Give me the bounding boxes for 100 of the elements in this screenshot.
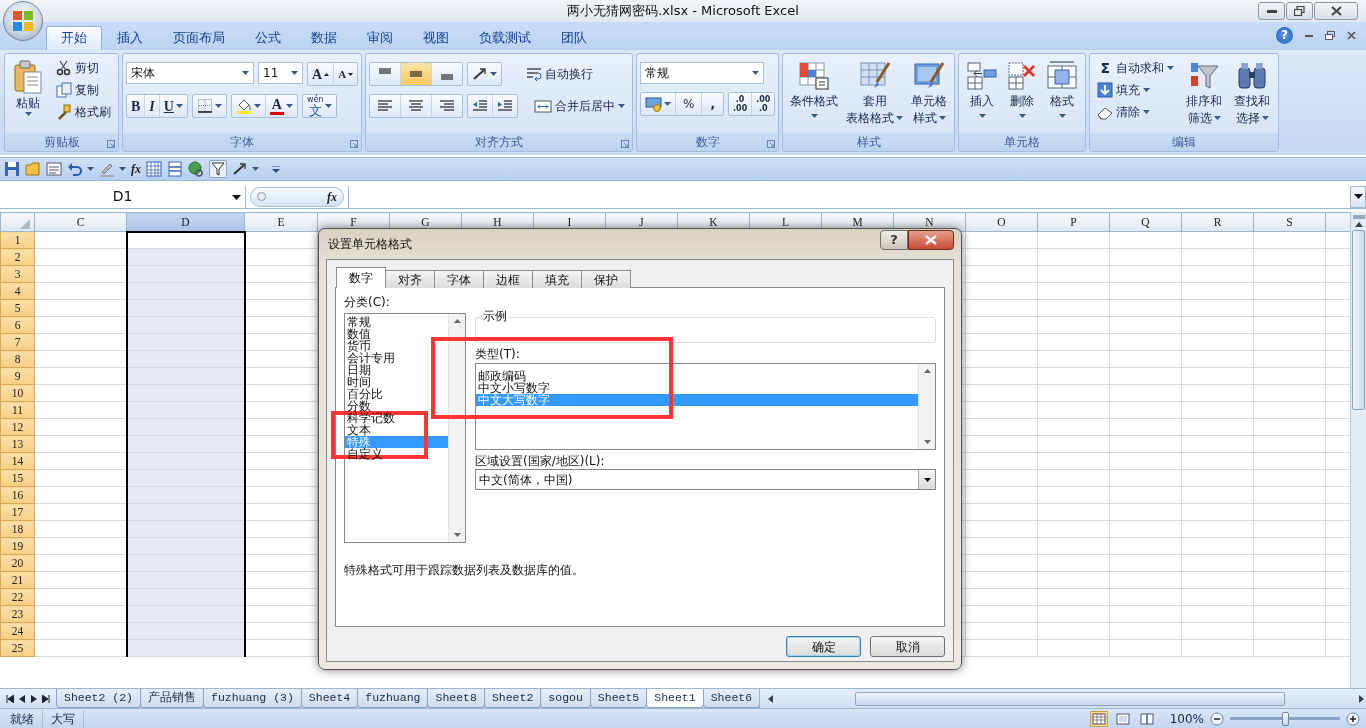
restore-button[interactable]	[1325, 31, 1335, 40]
highlight-button[interactable]	[99, 161, 126, 177]
ok-button[interactable]: 确定	[786, 636, 861, 657]
sort-filter-button[interactable]: 排序和 筛选	[1182, 57, 1227, 133]
minimize-button[interactable]	[1258, 2, 1285, 20]
orientation-button[interactable]	[232, 161, 259, 177]
close-button[interactable]	[1314, 2, 1358, 20]
number-format-field[interactable]: 常规	[640, 62, 765, 84]
list-item[interactable]: 邮政编码	[476, 370, 918, 382]
dialog-tab[interactable]: 字体	[434, 270, 484, 288]
table-format-button[interactable]: 套用 表格格式	[842, 57, 908, 133]
list-item[interactable]: 文本	[345, 424, 448, 436]
cell-style-button[interactable]: 单元格 样式	[907, 57, 952, 133]
insert-function-label[interactable]: fx	[327, 187, 337, 206]
cancel-button[interactable]: 取消	[870, 636, 945, 657]
phonetic-button[interactable]: wén 文	[302, 95, 337, 117]
ribbon-tab[interactable]: 负载测试	[464, 26, 546, 50]
view-button[interactable]	[1137, 710, 1156, 727]
vertical-scrollbar[interactable]	[918, 364, 935, 449]
globe-button[interactable]	[188, 161, 204, 177]
column-header[interactable]: Q	[1109, 212, 1182, 232]
delete-button[interactable]: 删除	[1002, 57, 1043, 133]
restore-button[interactable]	[1286, 2, 1313, 20]
ribbon-tab[interactable]: 插入	[102, 26, 158, 50]
grow-font-button[interactable]: A	[308, 63, 335, 85]
copy-button[interactable]: 复制	[52, 79, 115, 101]
shrink-font-button[interactable]: A	[334, 63, 358, 85]
scrollbar-thumb[interactable]	[1352, 230, 1365, 410]
list-item[interactable]: 货币	[345, 340, 448, 352]
list-item[interactable]: 科学记数	[345, 412, 448, 424]
minimize-button[interactable]	[1305, 34, 1313, 37]
dialog-tab[interactable]: 保护	[581, 270, 631, 288]
ribbon-tab[interactable]: 数据	[296, 26, 352, 50]
close-button[interactable]	[1347, 31, 1356, 40]
list-item[interactable]: 日期	[345, 364, 448, 376]
autosum-button[interactable]: Σ 自动求和	[1093, 57, 1179, 79]
font-size-field[interactable]: 11	[258, 62, 303, 84]
sheet-tab[interactable]: 产品销售	[140, 689, 204, 708]
next-sheet-icon[interactable]	[30, 694, 38, 703]
italic-button[interactable]: I	[145, 95, 160, 117]
customize-button[interactable]	[272, 165, 280, 173]
gridlines-button[interactable]	[146, 161, 162, 177]
undo-button[interactable]	[67, 161, 94, 177]
slider-thumb[interactable]	[1282, 711, 1289, 726]
scrollbar-thumb[interactable]	[855, 691, 1286, 706]
last-sheet-icon[interactable]	[42, 694, 50, 703]
list-item[interactable]: 数值	[345, 328, 448, 340]
sheet-tab[interactable]: Sheet2 (2)	[56, 689, 141, 708]
vertical-scrollbar[interactable]	[448, 314, 465, 542]
ribbon-tab[interactable]: 团队	[546, 26, 602, 50]
rows-button[interactable]	[167, 161, 183, 177]
first-sheet-icon[interactable]	[6, 694, 14, 703]
dialog-tab[interactable]: 数字	[336, 267, 386, 288]
ribbon-tab[interactable]: 公式	[240, 26, 296, 50]
view-button[interactable]	[1089, 710, 1108, 727]
dialog-tab[interactable]: 边框	[483, 270, 533, 288]
align-middle-button[interactable]	[401, 63, 433, 85]
increase-decimal-button[interactable]: .0 .00	[729, 93, 753, 115]
column-header[interactable]: E	[244, 212, 318, 232]
launcher-icon[interactable]	[350, 140, 359, 148]
fill-button[interactable]: 填充	[1093, 79, 1179, 101]
list-item[interactable]: 分数	[345, 400, 448, 412]
launcher-icon[interactable]	[767, 140, 776, 148]
format-button[interactable]: 格式	[1042, 57, 1083, 133]
close-button[interactable]	[908, 230, 954, 250]
dialog-tab[interactable]: 对齐	[385, 270, 435, 288]
cut-button[interactable]: 剪切	[52, 57, 115, 79]
column-header[interactable]: D	[126, 212, 245, 232]
insert-button[interactable]: 插入	[962, 57, 1003, 133]
column-header[interactable]: O	[965, 212, 1038, 232]
clear-button[interactable]: 清除	[1093, 101, 1179, 123]
save-button[interactable]	[4, 161, 20, 177]
prev-sheet-icon[interactable]	[18, 694, 26, 703]
column-header[interactable]: P	[1037, 212, 1110, 232]
conditional-format-button[interactable]: 条件格式	[786, 57, 843, 133]
filter-button[interactable]	[209, 160, 227, 178]
column-header[interactable]: C	[34, 212, 127, 232]
view-button[interactable]	[1113, 710, 1132, 727]
column-header[interactable]: S	[1253, 212, 1326, 232]
locale-select[interactable]: 中文(简体，中国)	[475, 469, 936, 490]
list-item[interactable]: 中文小写数字	[476, 382, 918, 394]
column-header[interactable]: R	[1181, 212, 1254, 232]
decrease-decimal-button[interactable]: .00 .0	[752, 93, 775, 115]
merge-center-button[interactable]: 合并后居中	[530, 95, 630, 117]
insert-function-button[interactable]: fx	[131, 160, 141, 178]
find-select-button[interactable]: 查找和 选择	[1230, 57, 1275, 133]
list-item[interactable]: 会计专用	[345, 352, 448, 364]
sheet-tab[interactable]: Sheet1	[646, 689, 704, 708]
wrap-text-button[interactable]: 自动换行	[522, 63, 598, 85]
ribbon-tab[interactable]: 审阅	[352, 26, 408, 50]
help-button[interactable]: ?	[880, 230, 908, 250]
ribbon-tab[interactable]: 视图	[408, 26, 464, 50]
list-item[interactable]: 百分比	[345, 388, 448, 400]
name-box[interactable]: D1	[0, 185, 246, 208]
dialog-tab[interactable]: 填充	[532, 270, 582, 288]
bold-button[interactable]: B	[127, 95, 146, 117]
zoom-out-icon[interactable]	[1210, 711, 1224, 726]
form-button[interactable]	[46, 161, 62, 177]
vertical-scrollbar[interactable]	[1350, 212, 1366, 688]
ribbon-tab[interactable]: 页面布局	[158, 26, 240, 50]
